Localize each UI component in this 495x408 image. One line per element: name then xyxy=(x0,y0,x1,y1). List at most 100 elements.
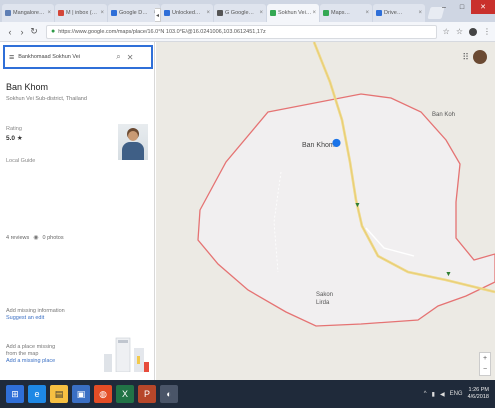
add-place-text-2: from the map xyxy=(6,351,39,357)
zoom-out-icon[interactable]: − xyxy=(483,366,487,373)
tab-favicon-icon xyxy=(58,10,64,16)
photos-count[interactable]: 0 photos xyxy=(42,235,63,241)
tab-label: G Google… xyxy=(225,10,255,16)
map-label-south: Sakon xyxy=(316,292,334,298)
tab-close-icon[interactable]: × xyxy=(418,10,422,16)
clock-time: 1:26 PM xyxy=(468,387,489,393)
promo-illustration xyxy=(104,337,149,372)
reload-icon[interactable]: ↻ xyxy=(28,26,40,37)
browser-tab[interactable]: Unlocked… × xyxy=(161,4,213,22)
map-label-nw: Ban Koh xyxy=(432,112,456,118)
browser-tab[interactable]: Mangalore… × xyxy=(2,4,54,22)
clock[interactable]: 1:26 PM 4/6/2018 xyxy=(468,387,489,401)
powerpoint-icon[interactable]: P xyxy=(138,385,156,403)
place-side-panel: ≡ ⌕ ✕ Ban Khom Sokhun Vei Sub-district, … xyxy=(0,42,155,380)
extension-icon[interactable] xyxy=(469,27,477,36)
add-missing-place-link[interactable]: Add a missing place xyxy=(6,358,55,364)
app-icon[interactable]: ◐ xyxy=(160,385,178,403)
language-indicator[interactable]: ENG xyxy=(450,391,463,397)
menu-kebab-icon[interactable]: ⋮ xyxy=(483,27,491,36)
start-icon[interactable]: ⊞ xyxy=(6,385,24,403)
tab-label: M | inbox (… xyxy=(66,10,98,16)
address-toolbar: ‹ › ↻ ● https://www.google.com/maps/plac… xyxy=(0,22,495,42)
browser-tab[interactable]: Maps… × xyxy=(320,4,372,22)
network-icon[interactable]: ▮ xyxy=(432,391,435,398)
camera-icon: ◉ xyxy=(33,235,39,241)
explorer-icon[interactable]: ▤ xyxy=(50,385,68,403)
browser-tab[interactable]: Drive… × xyxy=(373,4,425,22)
clear-search-icon[interactable]: ✕ xyxy=(127,53,134,62)
tab-label: Drive… xyxy=(384,10,403,16)
zoom-control[interactable]: + − xyxy=(479,352,491,376)
road-marker-icon: ▼ xyxy=(354,202,361,209)
tab-favicon-icon xyxy=(111,10,117,16)
district-boundary xyxy=(197,93,495,327)
search-icon[interactable]: ⌕ xyxy=(116,52,120,62)
account-avatar[interactable] xyxy=(473,50,487,64)
store-icon[interactable]: ▣ xyxy=(72,385,90,403)
map-canvas[interactable]: Ban Khom ⬤ Ban Koh Sakon Lirda ▼ ▼ ⠿ + − xyxy=(156,42,495,380)
search-input[interactable] xyxy=(18,54,115,60)
browser-tab[interactable]: G Google… × xyxy=(214,4,266,22)
tab-favicon-icon xyxy=(217,10,223,16)
tab-close-icon[interactable]: × xyxy=(365,10,369,16)
place-address: Sokhun Vei Sub-district, Thailand xyxy=(6,96,87,102)
excel-icon[interactable]: X xyxy=(116,385,134,403)
chrome-icon[interactable]: ◍ xyxy=(94,385,112,403)
system-tray: ^ ▮ ◀ ENG 1:26 PM 4/6/2018 xyxy=(424,380,489,408)
contributor-label: Local Guide xyxy=(6,158,36,164)
omnibox[interactable]: ● https://www.google.com/maps/place/16.0… xyxy=(46,24,437,39)
tab-favicon-icon xyxy=(5,10,11,16)
star-icon[interactable]: ☆ xyxy=(443,27,450,36)
contributor-photo[interactable] xyxy=(118,124,148,160)
close-window-button[interactable]: ✕ xyxy=(471,0,495,14)
browser-tab-bar: Mangalore…×M | inbox (…×Google D…×Unlock… xyxy=(0,0,495,22)
map-label-town: Ban Khom xyxy=(302,142,335,149)
road-marker-icon-2: ▼ xyxy=(445,271,452,278)
browser-tab[interactable]: Sokhun Vei… × xyxy=(267,4,319,22)
tab-label: Unlocked… xyxy=(172,10,201,16)
map-drawing xyxy=(197,42,495,327)
taskbar: ⊞ e ▤ ▣ ◍ X P ◐ xyxy=(0,380,495,408)
forward-icon[interactable]: › xyxy=(16,27,28,37)
tab-close-icon[interactable]: × xyxy=(206,10,210,16)
tab-close-icon[interactable]: × xyxy=(312,10,316,16)
lock-icon: ● xyxy=(51,28,56,35)
zoom-in-icon[interactable]: + xyxy=(483,355,487,362)
clock-date: 4/6/2018 xyxy=(467,394,489,400)
place-pin-icon[interactable]: ⬤ xyxy=(332,138,341,147)
suggest-edit-link[interactable]: Suggest an edit xyxy=(6,315,44,321)
tab-close-icon[interactable]: × xyxy=(100,10,104,16)
tab-close-icon[interactable]: × xyxy=(47,10,51,16)
edge-icon[interactable]: e xyxy=(28,385,46,403)
tab-label: Maps… xyxy=(331,10,350,16)
tab-label: Sokhun Vei… xyxy=(278,10,312,16)
bookmark-icon[interactable]: ☆ xyxy=(456,27,463,36)
map-label-south-2: Lirda xyxy=(316,300,330,306)
tab-close-icon[interactable]: × xyxy=(259,10,263,16)
back-icon[interactable]: ‹ xyxy=(4,27,16,37)
hamburger-menu-icon[interactable]: ≡ xyxy=(9,52,14,62)
place-title: Ban Khom xyxy=(6,82,49,92)
add-info-text: Add missing information xyxy=(6,308,65,314)
tab-favicon-icon xyxy=(323,10,329,16)
tray-arrow-icon[interactable]: ^ xyxy=(424,391,427,397)
reviews-count[interactable]: 4 reviews xyxy=(6,235,29,241)
tab-favicon-icon xyxy=(270,10,276,16)
maximize-button[interactable]: □ xyxy=(453,0,471,14)
add-place-text: Add a place missing xyxy=(6,344,56,350)
browser-tab[interactable]: M | inbox (… × xyxy=(55,4,107,22)
photo-person-face xyxy=(128,131,138,141)
photo-person-body xyxy=(122,142,144,160)
search-box: ≡ ⌕ ✕ xyxy=(3,45,153,69)
browser-tab[interactable]: Google D…× xyxy=(108,4,160,22)
tab-label: Mangalore… xyxy=(13,10,45,16)
window-controls: – □ ✕ xyxy=(435,0,495,14)
tab-favicon-icon xyxy=(164,10,170,16)
minimize-button[interactable]: – xyxy=(435,0,453,14)
collapse-panel-button[interactable]: ◂ xyxy=(155,8,161,22)
apps-grid-icon[interactable]: ⠿ xyxy=(462,52,469,63)
url-text: https://www.google.com/maps/place/16.0°N… xyxy=(58,28,266,35)
volume-icon[interactable]: ◀ xyxy=(440,391,445,398)
place-stats: 4 reviews ◉ 0 photos xyxy=(6,234,64,242)
